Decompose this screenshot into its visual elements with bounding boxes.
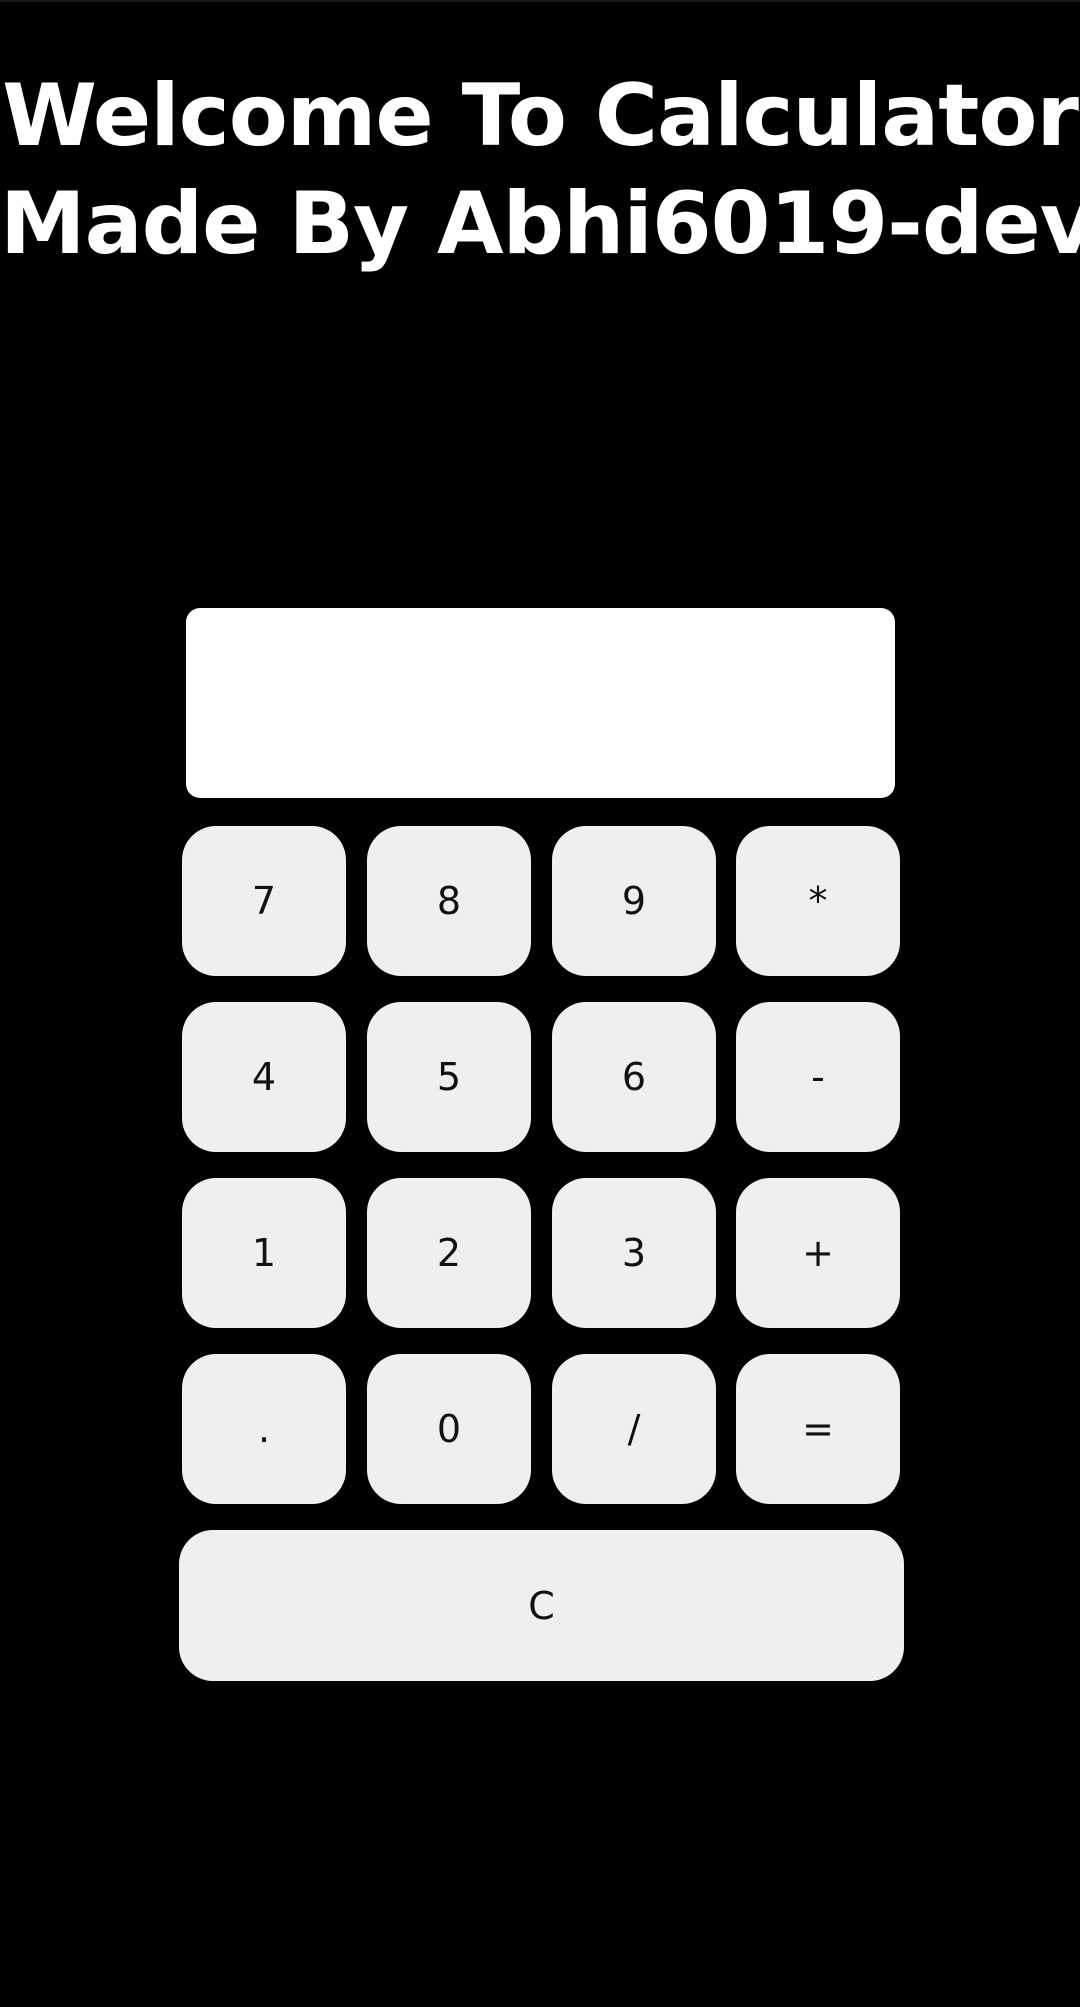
key-add[interactable]: + (736, 1178, 900, 1328)
page-title: Welcome To Calculator Made By Abhi6019-d… (0, 62, 1080, 278)
clear-button[interactable]: C (179, 1530, 904, 1681)
key-8[interactable]: 8 (367, 826, 531, 976)
title-line-1: Welcome To Calculator (2, 66, 1079, 166)
key-divide[interactable]: / (552, 1354, 716, 1504)
key-4[interactable]: 4 (182, 1002, 346, 1152)
key-equals[interactable]: = (736, 1354, 900, 1504)
key-7[interactable]: 7 (182, 826, 346, 976)
title-line-2: Made By Abhi6019-dev (0, 174, 1080, 274)
key-6[interactable]: 6 (552, 1002, 716, 1152)
key-decimal[interactable]: . (182, 1354, 346, 1504)
key-subtract[interactable]: - (736, 1002, 900, 1152)
key-multiply[interactable]: * (736, 826, 900, 976)
key-5[interactable]: 5 (367, 1002, 531, 1152)
key-3[interactable]: 3 (552, 1178, 716, 1328)
top-edge-divider (0, 0, 1080, 2)
key-1[interactable]: 1 (182, 1178, 346, 1328)
key-0[interactable]: 0 (367, 1354, 531, 1504)
key-9[interactable]: 9 (552, 826, 716, 976)
key-2[interactable]: 2 (367, 1178, 531, 1328)
calculator-display (186, 608, 895, 798)
